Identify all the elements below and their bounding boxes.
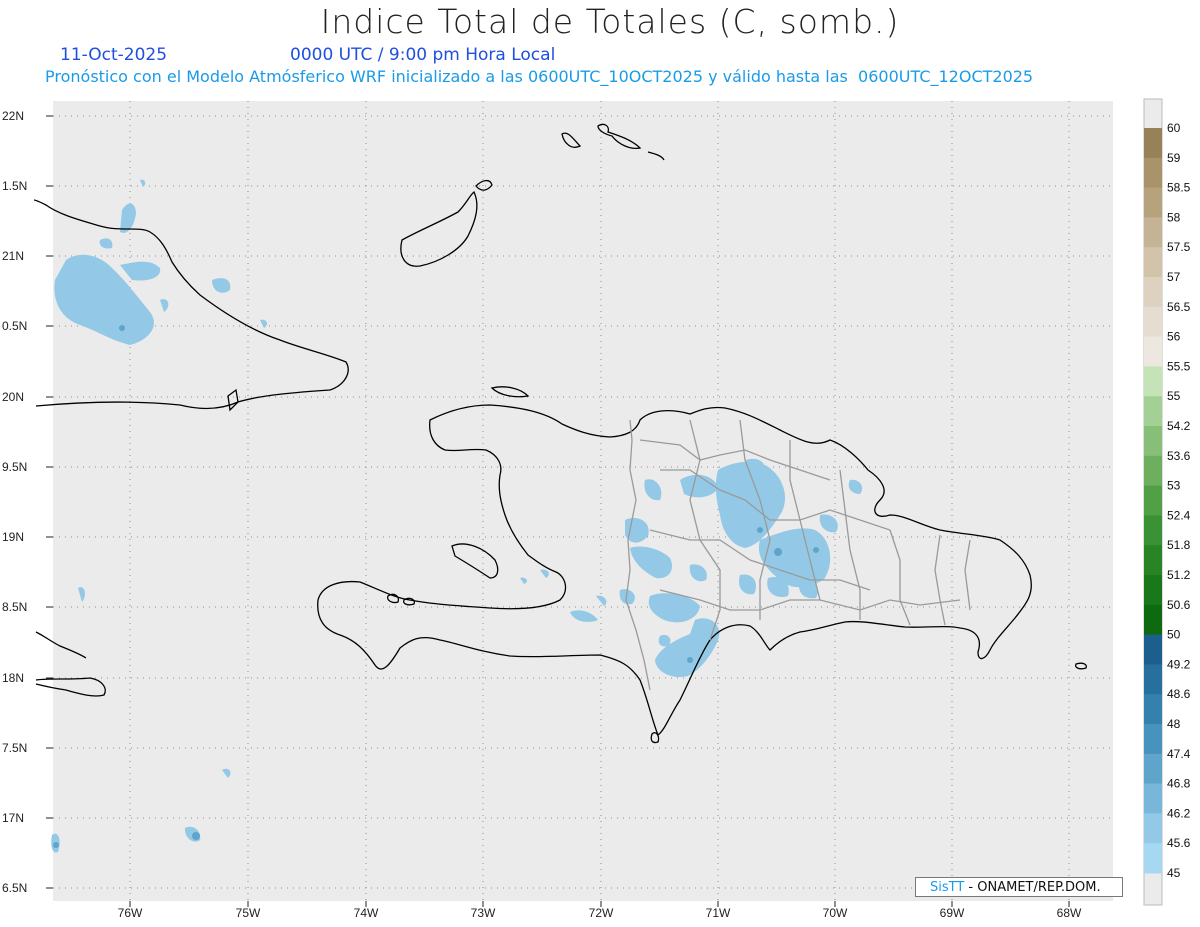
colorbar-label: 52.4: [1167, 508, 1191, 522]
colorbar-swatch: [1144, 277, 1162, 308]
colorbar-label: 45.6: [1167, 836, 1191, 850]
colorbar-swatch: [1144, 634, 1162, 665]
colorbar-label: 55.5: [1167, 359, 1191, 373]
colorbar-label: 51.2: [1167, 568, 1191, 582]
colorbar-swatch: [1144, 724, 1162, 755]
colorbar-swatch: [1144, 843, 1162, 874]
lat-label: 8.5N: [2, 600, 27, 614]
colorbar: 60 59 58.5 58 57.5 57 56.5 56 55.5 55 54.2 53.6 53 52…: [1143, 98, 1191, 906]
colorbar-swatch: [1144, 694, 1162, 725]
colorbar-swatch: [1144, 336, 1162, 367]
lon-label: 74W: [354, 906, 379, 920]
colorbar-label: 45: [1167, 866, 1181, 880]
lon-label: 69W: [940, 906, 965, 920]
colorbar-swatch: [1144, 783, 1162, 814]
lat-label: 20N: [2, 390, 24, 404]
lat-label: 17N: [2, 811, 24, 825]
colorbar-label: 46.2: [1167, 806, 1191, 820]
lat-label: 7.5N: [2, 741, 27, 755]
longitude-labels: 76W 75W 74W 73W 72W 71W 70W 69W 68W: [118, 906, 1082, 920]
colorbar-swatch: [1144, 575, 1162, 606]
colorbar-label: 49.2: [1167, 657, 1191, 671]
colorbar-swatch: [1144, 515, 1162, 546]
lon-label: 76W: [118, 906, 143, 920]
lat-label: 0.5N: [2, 319, 27, 333]
colorbar-swatch: [1144, 426, 1162, 457]
colorbar-swatch: [1144, 604, 1162, 636]
colorbar-label: 46.8: [1167, 777, 1191, 791]
colorbar-label: 53: [1167, 479, 1181, 493]
lat-label: 6.5N: [2, 881, 27, 895]
colorbar-label: 55: [1167, 389, 1181, 403]
lat-label: 1.5N: [2, 179, 27, 193]
colorbar-label: 50: [1167, 628, 1181, 642]
colorbar-label: 56: [1167, 330, 1181, 344]
latitude-ticks: [46, 115, 53, 889]
colorbar-swatches: [1144, 128, 1162, 874]
lat-label: 22N: [2, 109, 24, 123]
colorbar-swatch: [1144, 187, 1162, 218]
colorbar-label: 57: [1167, 270, 1181, 284]
colorbar-label: 51.8: [1167, 538, 1191, 552]
colorbar-label: 58: [1167, 210, 1181, 224]
lon-label: 68W: [1057, 906, 1082, 920]
colorbar-label: 60: [1167, 121, 1181, 135]
map-background: [53, 101, 1113, 901]
colorbar-swatch: [1144, 455, 1162, 487]
credit-box: SisTT - ONAMET/REP.DOM.: [915, 877, 1123, 897]
map-canvas: 22N 1.5N 21N 0.5N 20N 9.5N 19N 8.5N 18N …: [2, 98, 1191, 920]
colorbar-label: 48: [1167, 717, 1181, 731]
colorbar-swatch: [1144, 813, 1162, 844]
colorbar-label: 57.5: [1167, 240, 1191, 254]
colorbar-label: 58.5: [1167, 181, 1191, 195]
colorbar-swatch: [1144, 664, 1162, 695]
colorbar-swatch: [1144, 366, 1162, 397]
credit-org: - ONAMET/REP.DOM.: [964, 880, 1101, 895]
colorbar-label: 48.6: [1167, 687, 1191, 701]
colorbar-labels: 60 59 58.5 58 57.5 57 56.5 56 55.5 55 54.2 53.6 53 52…: [1167, 121, 1191, 880]
colorbar-swatch: [1144, 753, 1162, 785]
colorbar-swatch: [1144, 128, 1162, 159]
colorbar-label: 59: [1167, 151, 1181, 165]
latitude-labels: 22N 1.5N 21N 0.5N 20N 9.5N 19N 8.5N 18N …: [2, 109, 27, 895]
lon-label: 70W: [823, 906, 848, 920]
colorbar-label: 53.6: [1167, 449, 1191, 463]
lon-label: 71W: [706, 906, 731, 920]
colorbar-label: 47.4: [1167, 747, 1191, 761]
lat-label: 9.5N: [2, 460, 27, 474]
colorbar-swatch: [1144, 545, 1162, 576]
colorbar-swatch: [1144, 306, 1162, 338]
lat-label: 18N: [2, 671, 24, 685]
colorbar-label: 54.2: [1167, 419, 1191, 433]
colorbar-swatch: [1144, 485, 1162, 516]
colorbar-label: 56.5: [1167, 300, 1191, 314]
sistt-logo: SisTT: [930, 880, 965, 895]
lon-label: 75W: [236, 906, 261, 920]
lon-label: 72W: [589, 906, 614, 920]
colorbar-swatch: [1144, 396, 1162, 427]
colorbar-swatch: [1144, 157, 1162, 189]
colorbar-label: 50.6: [1167, 598, 1191, 612]
lat-label: 19N: [2, 530, 24, 544]
colorbar-swatch: [1144, 247, 1162, 278]
colorbar-swatch: [1144, 217, 1162, 248]
lon-label: 73W: [471, 906, 496, 920]
lat-label: 21N: [2, 249, 24, 263]
